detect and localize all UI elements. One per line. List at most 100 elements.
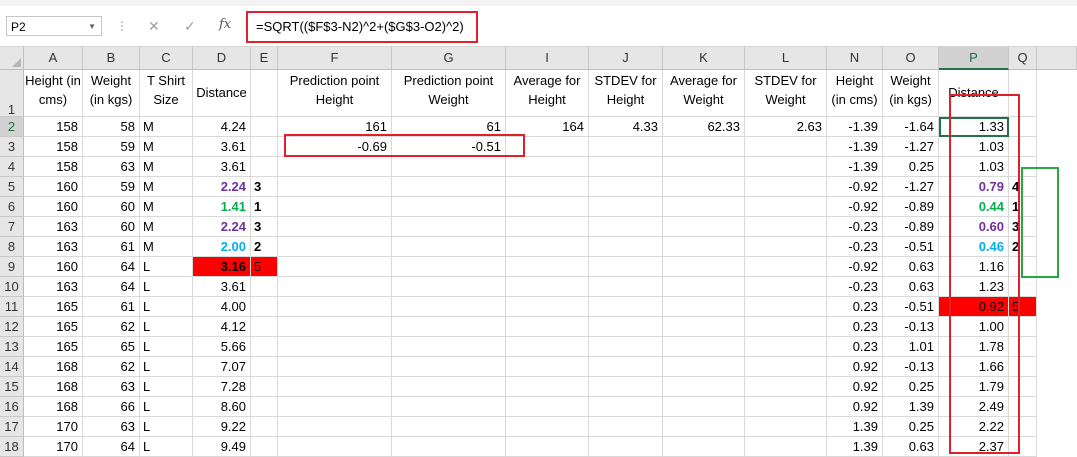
cell-k6[interactable] [663,197,745,217]
cell-p10[interactable]: 1.23 [939,277,1009,297]
cell-k7[interactable] [663,217,745,237]
cell-o8[interactable]: -0.51 [883,237,939,257]
cell-o6[interactable]: -0.89 [883,197,939,217]
cell-l10[interactable] [745,277,827,297]
cell-i7[interactable] [506,217,589,237]
cell-o9[interactable]: 0.63 [883,257,939,277]
cell-p2[interactable]: 1.33 [939,117,1009,137]
cell-c2[interactable]: M [140,117,193,137]
cell-j12[interactable] [589,317,663,337]
cell-q15[interactable] [1009,377,1037,397]
column-header-d[interactable]: D [193,47,251,70]
cell-o3[interactable]: -1.27 [883,137,939,157]
cell-a17[interactable]: 170 [24,417,83,437]
cell-n4[interactable]: -1.39 [827,157,883,177]
cell-d12[interactable]: 4.12 [193,317,251,337]
cell-q3[interactable] [1009,137,1037,157]
cell-j17[interactable] [589,417,663,437]
cell-q13[interactable] [1009,337,1037,357]
cell-j3[interactable] [589,137,663,157]
column-header-i[interactable]: I [506,47,589,70]
cell-o11[interactable]: -0.51 [883,297,939,317]
cell-b13[interactable]: 65 [83,337,140,357]
cell-b3[interactable]: 59 [83,137,140,157]
row-header-6[interactable]: 6 [0,197,24,217]
cell-g14[interactable] [392,357,506,377]
cell-b18[interactable]: 64 [83,437,140,457]
cell-i15[interactable] [506,377,589,397]
cell-b5[interactable]: 59 [83,177,140,197]
cell-a8[interactable]: 163 [24,237,83,257]
cell-g6[interactable] [392,197,506,217]
cell-k9[interactable] [663,257,745,277]
cell-a16[interactable]: 168 [24,397,83,417]
header-cell-l[interactable]: STDEV for Weight [745,70,827,117]
cell-k2[interactable]: 62.33 [663,117,745,137]
cell-q10[interactable] [1009,277,1037,297]
cell-l8[interactable] [745,237,827,257]
cell-d10[interactable]: 3.61 [193,277,251,297]
cell-k15[interactable] [663,377,745,397]
cell-j18[interactable] [589,437,663,457]
cell-n2[interactable]: -1.39 [827,117,883,137]
cell-n14[interactable]: 0.92 [827,357,883,377]
cell-d9[interactable]: 3.16 [193,257,251,277]
cell-l9[interactable] [745,257,827,277]
column-header-c[interactable]: C [140,47,193,70]
cell-l2[interactable]: 2.63 [745,117,827,137]
cell-p7[interactable]: 0.60 [939,217,1009,237]
cell-k16[interactable] [663,397,745,417]
cell-o2[interactable]: -1.64 [883,117,939,137]
cell-e10[interactable] [251,277,278,297]
cell-f9[interactable] [278,257,392,277]
cell-l17[interactable] [745,417,827,437]
formula-input[interactable]: =SQRT(($F$3-N2)^2+($G$3-O2)^2) [246,11,478,43]
row-header-3[interactable]: 3 [0,137,24,157]
cell-b11[interactable]: 61 [83,297,140,317]
row-header-7[interactable]: 7 [0,217,24,237]
cell-g13[interactable] [392,337,506,357]
cell-q2[interactable] [1009,117,1037,137]
cell-c6[interactable]: M [140,197,193,217]
cell-i5[interactable] [506,177,589,197]
cell-n9[interactable]: -0.92 [827,257,883,277]
cell-c14[interactable]: L [140,357,193,377]
vertical-dots-icon[interactable]: ⋮ [116,19,128,33]
cell-l6[interactable] [745,197,827,217]
cell-e4[interactable] [251,157,278,177]
cell-d7[interactable]: 2.24 [193,217,251,237]
cell-k10[interactable] [663,277,745,297]
cell-b15[interactable]: 63 [83,377,140,397]
cell-c13[interactable]: L [140,337,193,357]
cell-f6[interactable] [278,197,392,217]
cell-f10[interactable] [278,277,392,297]
cell-f13[interactable] [278,337,392,357]
cell-o13[interactable]: 1.01 [883,337,939,357]
cell-q18[interactable] [1009,437,1037,457]
cell-b6[interactable]: 60 [83,197,140,217]
cell-f12[interactable] [278,317,392,337]
cell-b7[interactable]: 60 [83,217,140,237]
cell-f4[interactable] [278,157,392,177]
column-header-e[interactable]: E [251,47,278,70]
cell-j9[interactable] [589,257,663,277]
column-header-a[interactable]: A [24,47,83,70]
chevron-down-icon[interactable]: ▼ [88,17,96,37]
cell-l13[interactable] [745,337,827,357]
header-cell-p[interactable]: Distance [939,70,1009,117]
cell-k5[interactable] [663,177,745,197]
cell-c16[interactable]: L [140,397,193,417]
cell-o12[interactable]: -0.13 [883,317,939,337]
cell-i12[interactable] [506,317,589,337]
column-header-j[interactable]: J [589,47,663,70]
cell-f11[interactable] [278,297,392,317]
cell-i10[interactable] [506,277,589,297]
header-cell-i[interactable]: Average for Height [506,70,589,117]
cell-b2[interactable]: 58 [83,117,140,137]
cell-f2[interactable]: 161 [278,117,392,137]
cell-d6[interactable]: 1.41 [193,197,251,217]
cell-p8[interactable]: 0.46 [939,237,1009,257]
cell-i11[interactable] [506,297,589,317]
header-cell-n[interactable]: Height (in cms) [827,70,883,117]
cell-o15[interactable]: 0.25 [883,377,939,397]
